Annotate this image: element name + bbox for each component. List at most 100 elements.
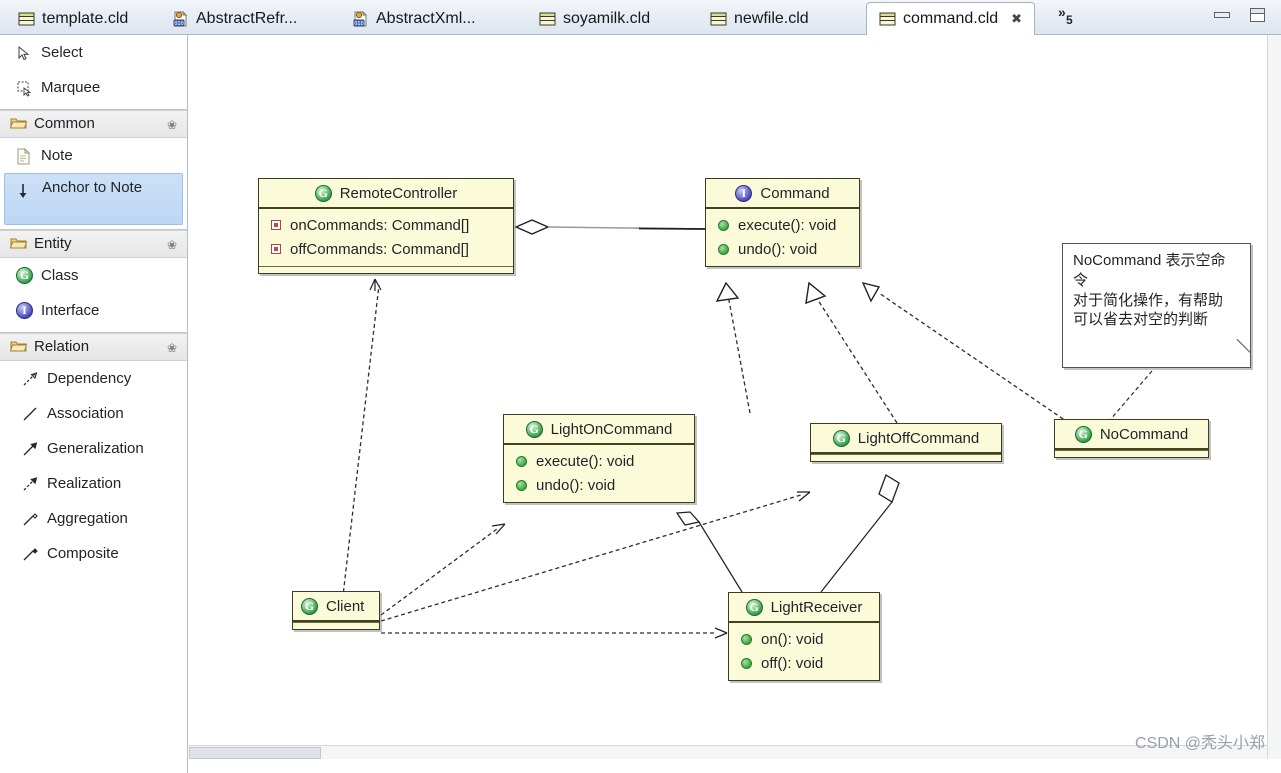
class-name: LightOnCommand bbox=[550, 420, 673, 438]
palette-tool-select[interactable]: Select bbox=[0, 35, 187, 70]
class-member: onCommands: Command[] bbox=[259, 213, 513, 237]
generalization-arrow-icon bbox=[22, 441, 39, 457]
public-visibility-icon bbox=[741, 657, 752, 669]
close-icon[interactable]: ✖ bbox=[1011, 12, 1022, 27]
tab-label: AbstractRefr... bbox=[196, 10, 298, 27]
pin-icon[interactable]: ❀ bbox=[167, 118, 177, 132]
note-line: NoCommand 表示空命令 bbox=[1073, 252, 1226, 289]
vertical-scrollbar[interactable] bbox=[1267, 35, 1281, 759]
private-visibility-icon bbox=[271, 244, 281, 254]
palette-group-relation[interactable]: Relation ❀ bbox=[0, 333, 187, 361]
uml-class-remotecontroller[interactable]: G RemoteController onCommands: Command[]… bbox=[258, 178, 514, 274]
palette-item-note[interactable]: Note bbox=[0, 138, 187, 173]
relation-realization-lightoffcommand-command bbox=[805, 281, 898, 424]
window-controls bbox=[1214, 8, 1265, 22]
operations-compartment: execute(): void undo(): void bbox=[706, 209, 859, 266]
relation-anchor-note-nocommand bbox=[1109, 370, 1153, 421]
tab-soyamilk-cld[interactable]: soyamilk.cld bbox=[527, 3, 662, 35]
pin-icon[interactable]: ❀ bbox=[167, 238, 177, 252]
palette-group-label: Relation bbox=[34, 338, 90, 356]
tab-label: AbstractXml... bbox=[376, 10, 476, 27]
realization-arrow-icon bbox=[22, 476, 39, 492]
pin-icon[interactable]: ❀ bbox=[167, 341, 177, 355]
public-visibility-icon bbox=[741, 633, 752, 645]
palette-tool-marquee[interactable]: Marquee bbox=[0, 70, 187, 105]
class-name: NoCommand bbox=[1099, 425, 1189, 443]
palette-item-label: Class bbox=[41, 266, 79, 284]
diagram-surface[interactable]: G RemoteController onCommands: Command[]… bbox=[189, 35, 1268, 759]
class-member: undo(): void bbox=[504, 473, 694, 497]
class-name: Command bbox=[760, 184, 830, 202]
class-name: LightOffCommand bbox=[857, 429, 980, 447]
palette-item-aggregation[interactable]: Aggregation bbox=[0, 501, 187, 536]
class-badge-icon: G bbox=[745, 598, 763, 616]
minimize-button[interactable] bbox=[1214, 12, 1230, 18]
member-label: execute(): void bbox=[536, 452, 635, 470]
tab-template-cld[interactable]: template.cld bbox=[6, 3, 140, 35]
uml-note-nocommand[interactable]: NoCommand 表示空命令 对于简化操作，有帮助 可以省去对空的判断 bbox=[1062, 243, 1251, 368]
palette-item-label: Anchor to Note bbox=[42, 179, 143, 196]
class-badge-icon: G bbox=[832, 429, 850, 447]
interface-badge-icon: I bbox=[16, 302, 33, 319]
note-icon bbox=[16, 147, 33, 164]
uml-class-lightoffcommand[interactable]: G LightOffCommand bbox=[810, 423, 1002, 462]
horizontal-scroll-thumb[interactable] bbox=[189, 747, 321, 759]
class-title: G LightReceiver bbox=[729, 593, 879, 623]
palette-item-association[interactable]: Association bbox=[0, 396, 187, 431]
uml-interface-command[interactable]: I Command execute(): void undo(): void bbox=[705, 178, 860, 267]
palette-item-label: Generalization bbox=[47, 439, 144, 457]
palette-item-anchor-to-note[interactable]: Anchor to Note bbox=[4, 173, 183, 225]
member-label: execute(): void bbox=[738, 216, 837, 234]
operations-compartment bbox=[811, 454, 1001, 461]
uml-class-nocommand[interactable]: G NoCommand bbox=[1054, 419, 1209, 458]
public-visibility-icon bbox=[516, 479, 527, 491]
marquee-select-icon bbox=[16, 80, 33, 97]
class-member: offCommands: Command[] bbox=[259, 237, 513, 261]
class-member: execute(): void bbox=[504, 449, 694, 473]
maximize-button[interactable] bbox=[1250, 8, 1265, 22]
class-badge-icon: G bbox=[16, 267, 33, 284]
tab-abstractxml[interactable]: 010 AbstractXml... bbox=[340, 3, 488, 35]
member-label: offCommands: Command[] bbox=[290, 240, 469, 258]
palette-sidebar: Select Marquee Common ❀ Note Anchor to N… bbox=[0, 35, 188, 773]
operations-compartment bbox=[1055, 450, 1208, 457]
java-file-icon: 010 bbox=[352, 10, 369, 27]
diagram-canvas[interactable]: G RemoteController onCommands: Command[]… bbox=[189, 35, 1281, 773]
palette-item-dependency[interactable]: Dependency bbox=[0, 361, 187, 396]
class-diagram-icon bbox=[539, 11, 556, 27]
palette-item-generalization[interactable]: Generalization bbox=[0, 431, 187, 466]
palette-item-realization[interactable]: Realization bbox=[0, 466, 187, 501]
private-visibility-icon bbox=[271, 220, 281, 230]
class-badge-icon: G bbox=[301, 597, 318, 615]
palette-item-composite[interactable]: Composite bbox=[0, 536, 187, 571]
palette-item-label: Dependency bbox=[47, 369, 132, 387]
horizontal-scrollbar[interactable] bbox=[189, 745, 1267, 759]
watermark: CSDN @秃头小郑 bbox=[1134, 735, 1265, 752]
uml-class-lightreceiver[interactable]: G LightReceiver on(): void off(): void bbox=[728, 592, 880, 681]
member-label: undo(): void bbox=[536, 476, 616, 494]
palette-item-class[interactable]: G Class bbox=[0, 258, 187, 293]
operations-compartment: on(): void off(): void bbox=[729, 623, 879, 680]
tab-overflow-indicator[interactable]: » 5 bbox=[1056, 4, 1096, 32]
uml-class-lightoncommand[interactable]: G LightOnCommand execute(): void undo():… bbox=[503, 414, 695, 503]
relation-dependency-client-remotecontroller bbox=[340, 278, 382, 614]
palette-tool-label: Select bbox=[41, 43, 83, 61]
class-member: execute(): void bbox=[706, 213, 859, 237]
tab-command-cld[interactable]: command.cld ✖ bbox=[866, 2, 1036, 36]
tab-abstractrefr[interactable]: 010 AbstractRefr... bbox=[160, 3, 309, 35]
palette-item-label: Composite bbox=[47, 544, 119, 562]
relation-dependency-client-lightoncommand bbox=[380, 523, 506, 616]
class-title: G LightOnCommand bbox=[504, 415, 694, 445]
uml-class-client[interactable]: G Client bbox=[292, 591, 380, 630]
palette-group-entity[interactable]: Entity ❀ bbox=[0, 230, 187, 258]
dependency-arrow-icon bbox=[22, 371, 39, 387]
operations-compartment: execute(): void undo(): void bbox=[504, 445, 694, 502]
folder-open-icon bbox=[9, 116, 28, 132]
palette-item-interface[interactable]: I Interface bbox=[0, 293, 187, 328]
tab-newfile-cld[interactable]: newfile.cld bbox=[698, 3, 821, 35]
class-member: off(): void bbox=[729, 651, 879, 675]
palette-group-common[interactable]: Common ❀ bbox=[0, 110, 187, 138]
relation-aggregation-lightoffcommand-lightreceiver bbox=[820, 474, 900, 593]
class-title: G RemoteController bbox=[259, 179, 513, 209]
relation-realization-nocommand-command bbox=[861, 281, 1070, 424]
